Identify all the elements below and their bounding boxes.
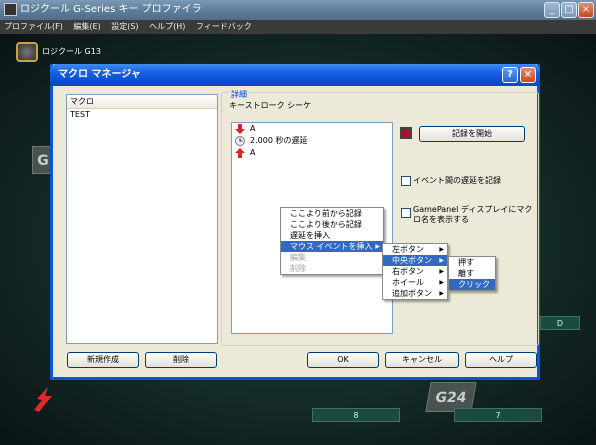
app-titlebar: ロジクール G-Series キー プロファイラ _ □ ×: [0, 0, 596, 20]
submenu-arrow-icon: ▶: [439, 246, 444, 253]
key-down-arrow-icon: [235, 124, 245, 134]
menu-help[interactable]: ヘルプ(H): [149, 22, 185, 31]
menu-settings[interactable]: 設定(S): [111, 22, 138, 31]
menu-item-record-after[interactable]: ここより後から記録: [281, 219, 383, 230]
logitech-g-logo-icon: [28, 382, 62, 416]
menu-profile[interactable]: プロファイル(F): [4, 22, 63, 31]
menu-feedback[interactable]: フィードバック: [196, 22, 252, 31]
sequence-item-label: A: [250, 148, 256, 157]
bg-key-8: 8: [312, 408, 400, 422]
macro-list[interactable]: マクロ TEST: [66, 94, 218, 344]
key-up-arrow-icon: [235, 148, 245, 158]
keystroke-sequence-label: キーストローク シーケ: [229, 101, 312, 110]
help-button[interactable]: ヘルプ: [465, 352, 537, 368]
g13-device-icon: [16, 42, 38, 62]
sequence-item[interactable]: 2.000 秒の遅延: [232, 135, 392, 147]
app-icon: [4, 3, 17, 16]
app-menubar: プロファイル(F) 編集(E) 設定(S) ヘルプ(H) フィードバック: [0, 20, 596, 34]
submenu-item-press[interactable]: 押す: [449, 257, 495, 268]
dialog-help-button[interactable]: ?: [502, 67, 518, 83]
gamepanel-display-checkbox[interactable]: [401, 208, 411, 218]
submenu-item-click[interactable]: クリック: [449, 279, 495, 290]
maximize-button[interactable]: □: [561, 2, 577, 18]
app-title: ロジクール G-Series キー プロファイラ: [20, 4, 202, 15]
dialog-titlebar: マクロ マネージャ ? ×: [50, 64, 540, 86]
sequence-item-label: 2.000 秒の遅延: [250, 136, 308, 145]
gamepanel-display-label: GamePanel ディスプレイにマクロ名を表示する: [413, 205, 533, 224]
delete-macro-button[interactable]: 削除: [145, 352, 217, 368]
sequence-context-menu: ここより前から記録 ここより後から記録 遅延を挿入 マウス イベントを挿入 ▶ …: [280, 207, 384, 275]
mouse-event-submenu: 左ボタン ▶ 中央ボタン ▶ 右ボタン ▶ ホイール ▶ 追加ボタン ▶: [382, 243, 448, 300]
button-action-submenu: 押す 離す クリック: [448, 256, 496, 291]
minimize-button[interactable]: _: [544, 2, 560, 18]
bg-key-d: D: [540, 316, 580, 330]
macro-list-header[interactable]: マクロ: [67, 95, 217, 109]
submenu-item-right-button[interactable]: 右ボタン ▶: [383, 266, 447, 277]
clock-icon: [235, 136, 245, 146]
submenu-arrow-icon: ▶: [439, 290, 444, 297]
macro-list-item[interactable]: TEST: [67, 109, 217, 121]
menu-item-record-before[interactable]: ここより前から記録: [281, 208, 383, 219]
submenu-arrow-icon: ▶: [439, 268, 444, 275]
menu-edit[interactable]: 編集(E): [73, 22, 100, 31]
device-tab-label: ロジクール G13: [42, 47, 101, 56]
app-close-button[interactable]: ×: [578, 2, 594, 18]
submenu-arrow-icon: ▶: [439, 279, 444, 286]
menu-item-delete: 削除: [290, 264, 306, 273]
menu-item-label: 左ボタン: [392, 245, 424, 254]
cancel-button[interactable]: キャンセル: [385, 352, 459, 368]
bg-key-7: 7: [454, 408, 542, 422]
menu-item-label: 中央ボタン: [392, 256, 432, 265]
sequence-item[interactable]: A: [232, 147, 392, 159]
menu-item-label: 右ボタン: [392, 267, 424, 276]
sequence-item-label: A: [250, 124, 256, 133]
menu-item-label: マウス イベントを挿入: [290, 242, 373, 251]
submenu-item-extra-button[interactable]: 追加ボタン ▶: [383, 288, 447, 299]
menu-item-insert-delay[interactable]: 遅延を挿入: [281, 230, 383, 241]
menu-item-label: 追加ボタン: [392, 289, 432, 298]
submenu-item-release[interactable]: 離す: [449, 268, 495, 279]
menu-item-label: ホイール: [392, 278, 424, 287]
submenu-arrow-icon: ▶: [375, 243, 380, 250]
submenu-item-wheel[interactable]: ホイール ▶: [383, 277, 447, 288]
menu-item-insert-mouse-event[interactable]: マウス イベントを挿入 ▶: [281, 241, 383, 252]
record-indicator-icon: [400, 127, 412, 139]
sequence-item[interactable]: A: [232, 123, 392, 135]
submenu-item-left-button[interactable]: 左ボタン ▶: [383, 244, 447, 255]
device-tab[interactable]: ロジクール G13: [10, 40, 130, 64]
menu-item-edit: 編集: [290, 253, 306, 262]
submenu-item-middle-button[interactable]: 中央ボタン ▶: [383, 255, 447, 266]
new-macro-button[interactable]: 新規作成: [67, 352, 139, 368]
detail-group-label: 詳細: [229, 89, 249, 100]
record-delay-checkbox[interactable]: [401, 176, 411, 186]
start-recording-button[interactable]: 記録を開始: [419, 126, 525, 142]
record-delay-label: イベント間の遅延を記録: [413, 176, 501, 185]
dialog-close-button[interactable]: ×: [520, 67, 536, 83]
dialog-title: マクロ マネージャ: [58, 69, 141, 80]
submenu-arrow-icon: ▶: [439, 257, 444, 264]
ok-button[interactable]: OK: [307, 352, 379, 368]
